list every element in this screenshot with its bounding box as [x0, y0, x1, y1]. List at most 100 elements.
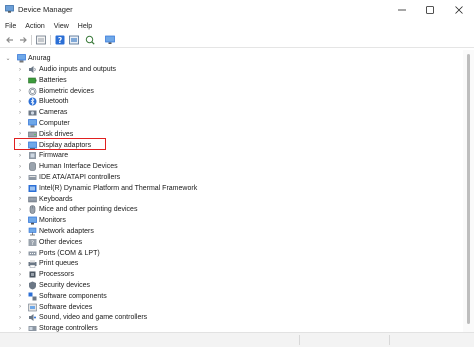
tree-item[interactable]: › Processors	[0, 269, 463, 280]
chevron-right-icon[interactable]: ›	[17, 291, 23, 302]
mouse-icon	[29, 205, 36, 215]
chevron-right-icon[interactable]: ›	[17, 86, 23, 97]
tree-item[interactable]: › Storage controllers	[0, 323, 463, 332]
tree-item[interactable]: › Sound, video and game controllers	[0, 312, 463, 323]
chevron-right-icon[interactable]: ›	[17, 323, 23, 332]
monitor-button[interactable]	[104, 34, 116, 46]
tree-item-label: Software devices	[39, 303, 93, 311]
tree-item[interactable]: › Firmware	[0, 150, 463, 161]
close-button[interactable]	[445, 0, 473, 19]
port-icon	[28, 251, 37, 256]
chevron-right-icon[interactable]: ›	[17, 75, 23, 86]
hid-icon	[29, 162, 36, 171]
tree-item[interactable]: › Computer	[0, 118, 463, 129]
minimize-button[interactable]	[388, 0, 416, 19]
tree-item[interactable]: › Intel(R) Dynamic Platform and Thermal F…	[0, 183, 463, 194]
help-button[interactable]: ?	[54, 34, 66, 46]
fingerprint-icon	[28, 87, 37, 95]
forward-button[interactable]	[17, 34, 29, 46]
chevron-right-icon[interactable]: ›	[17, 194, 23, 205]
tree-item-label: Bluetooth	[39, 98, 69, 106]
computer-icon	[17, 54, 26, 63]
tree-item-label: Mice and other pointing devices	[39, 206, 138, 214]
chevron-right-icon[interactable]: ›	[17, 150, 23, 161]
computer-icon	[28, 119, 37, 128]
chevron-right-icon[interactable]: ›	[17, 204, 23, 215]
camera-icon	[28, 110, 37, 116]
tree-item-label: IDE ATA/ATAPI controllers	[39, 174, 121, 181]
tree-item[interactable]: › Software components	[0, 291, 463, 302]
vertical-scrollbar[interactable]	[463, 50, 474, 332]
properties-button[interactable]	[35, 34, 47, 46]
monitor-icon	[28, 216, 37, 225]
chevron-right-icon[interactable]: ›	[17, 161, 23, 172]
status-segment	[300, 335, 390, 345]
tree-item[interactable]: › Mice and other pointing devices	[0, 204, 463, 215]
chevron-right-icon[interactable]: ›	[17, 226, 23, 237]
chevron-right-icon[interactable]: ›	[17, 258, 23, 269]
menu-action[interactable]: Action	[25, 23, 44, 30]
minimize-icon	[398, 9, 406, 10]
tree-item[interactable]: › IDE ATA/ATAPI controllers	[0, 172, 463, 183]
tree-item-label: Intel(R) Dynamic Platform and Thermal Fr…	[39, 184, 198, 192]
sound-icon	[29, 314, 36, 322]
tree-root[interactable]: ⌄ Anurag	[0, 53, 463, 64]
tree-item[interactable]: › Cameras	[0, 107, 463, 118]
tree-item[interactable]: › Ports (COM & LPT)	[0, 248, 463, 259]
chevron-right-icon[interactable]: ›	[17, 172, 23, 183]
software-device-icon	[28, 303, 37, 311]
chevron-right-icon[interactable]: ›	[17, 215, 23, 226]
maximize-button[interactable]	[416, 0, 444, 19]
tree-item-label: Storage controllers	[39, 325, 98, 332]
tree-item[interactable]: › Batteries	[0, 75, 463, 86]
tree-item-label: Cameras	[39, 109, 68, 117]
svg-text:?: ?	[31, 240, 34, 247]
tree-item[interactable]: › Keyboards	[0, 194, 463, 205]
tree-item[interactable]: ›? Other devices	[0, 237, 463, 248]
tree-item[interactable]: › Software devices	[0, 302, 463, 313]
tree-item[interactable]: › Network adapters	[0, 226, 463, 237]
toolbar-separator	[50, 35, 51, 45]
scan-hardware-button[interactable]	[84, 34, 96, 46]
tree-item-label: Biometric devices	[39, 87, 94, 95]
tree-item[interactable]: › Bluetooth	[0, 96, 463, 107]
tree-item[interactable]: › Security devices	[0, 280, 463, 291]
tree-item-label: Ports (COM & LPT)	[39, 249, 100, 257]
status-segment	[0, 335, 300, 345]
chevron-right-icon[interactable]: ›	[17, 96, 23, 107]
chevron-right-icon[interactable]: ›	[17, 183, 23, 194]
chevron-right-icon[interactable]: ›	[17, 237, 23, 248]
update-driver-icon	[69, 35, 79, 45]
chevron-right-icon[interactable]: ›	[17, 118, 23, 129]
tree-item[interactable]: › Print queues	[0, 258, 463, 269]
software-component-icon	[28, 292, 37, 301]
chevron-right-icon[interactable]: ›	[17, 302, 23, 313]
tree-item[interactable]: › Audio inputs and outputs	[0, 64, 463, 75]
chevron-right-icon[interactable]: ›	[17, 107, 23, 118]
intel-icon	[28, 184, 37, 192]
update-driver-button[interactable]	[68, 34, 80, 46]
chevron-right-icon[interactable]: ›	[17, 280, 23, 291]
maximize-icon	[426, 5, 434, 14]
chevron-right-icon[interactable]: ›	[17, 312, 23, 323]
tree-item-label: Processors	[39, 271, 75, 279]
security-icon	[29, 281, 36, 290]
status-bar	[0, 332, 474, 347]
tree-item[interactable]: › Human Interface Devices	[0, 161, 463, 172]
tree-item[interactable]: › Biometric devices	[0, 86, 463, 97]
scrollbar-thumb[interactable]	[467, 54, 470, 324]
menu-file[interactable]: File	[5, 23, 16, 30]
back-button[interactable]	[4, 34, 16, 46]
chevron-down-icon[interactable]: ⌄	[5, 53, 11, 64]
tree-item[interactable]: › Monitors	[0, 215, 463, 226]
device-manager-icon	[5, 5, 14, 13]
chevron-right-icon[interactable]: ›	[17, 64, 23, 75]
chevron-right-icon[interactable]: ›	[17, 269, 23, 280]
tree-item-label: Other devices	[39, 238, 83, 246]
menu-view[interactable]: View	[54, 23, 69, 30]
toolbar: ?	[0, 32, 474, 48]
chevron-right-icon[interactable]: ›	[17, 248, 23, 259]
tree-item-label: Monitors	[39, 217, 66, 225]
menu-help[interactable]: Help	[78, 23, 92, 30]
device-tree: ⌄ Anurag › Audio inputs and outputs › Batte…	[0, 50, 463, 332]
